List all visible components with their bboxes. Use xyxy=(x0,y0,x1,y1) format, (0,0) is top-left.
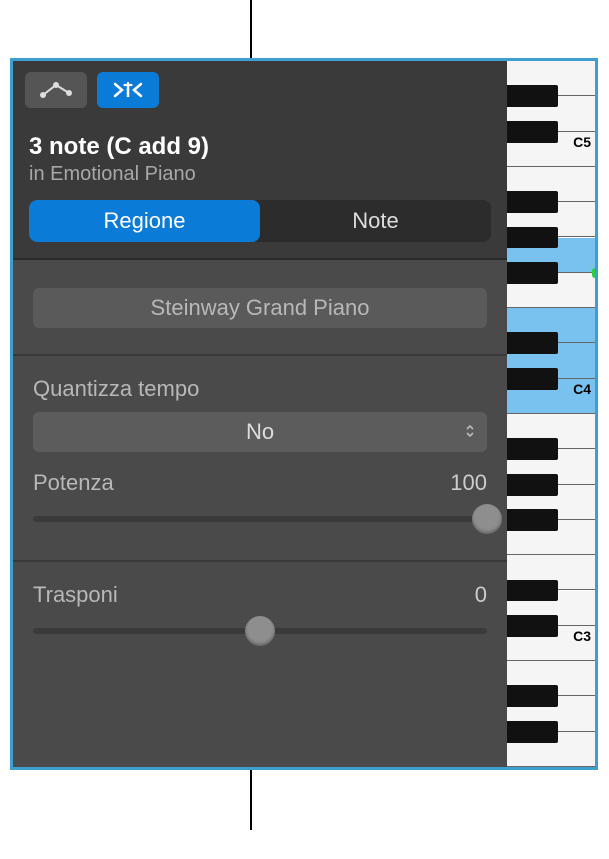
piano-black-key[interactable] xyxy=(507,509,558,531)
quantize-label: Quantizza tempo xyxy=(33,376,487,402)
catch-icon xyxy=(111,80,145,100)
tab-row: Regione Note xyxy=(13,192,507,252)
tab-note[interactable]: Note xyxy=(260,200,491,242)
callout-line-top xyxy=(250,0,252,60)
octave-label: C5 xyxy=(573,134,591,150)
piano-black-key[interactable] xyxy=(507,227,558,249)
region-name-field[interactable]: Steinway Grand Piano xyxy=(33,288,487,328)
piano-keyboard[interactable]: C5 C4 C3 xyxy=(507,61,595,767)
selection-title: 3 note (C add 9) xyxy=(29,133,491,161)
piano-black-key[interactable] xyxy=(507,368,558,390)
catch-tool-button[interactable] xyxy=(97,72,159,108)
tab-segmented-control: Regione Note xyxy=(29,200,491,242)
transpose-label: Trasponi xyxy=(33,582,118,608)
piano-black-key[interactable] xyxy=(507,121,558,143)
octave-label: C4 xyxy=(573,381,591,397)
quantize-section: Quantizza tempo No Potenza 100 xyxy=(33,356,487,560)
selection-subtitle: in Emotional Piano xyxy=(29,163,491,186)
piano-black-key[interactable] xyxy=(507,438,558,460)
piano-column: C5 C4 C3 xyxy=(507,61,595,767)
octave-label: C3 xyxy=(573,628,591,644)
piano-black-key[interactable] xyxy=(507,721,558,743)
quantize-select[interactable]: No xyxy=(33,412,487,452)
note-indicator xyxy=(592,268,598,278)
automation-tool-button[interactable] xyxy=(25,72,87,108)
main-column: 3 note (C add 9) in Emotional Piano Regi… xyxy=(13,61,507,767)
piano-black-key[interactable] xyxy=(507,191,558,213)
tab-region[interactable]: Regione xyxy=(29,200,260,242)
content-area: Steinway Grand Piano Quantizza tempo No … xyxy=(13,260,507,767)
piano-black-key[interactable] xyxy=(507,332,558,354)
strength-slider[interactable] xyxy=(33,504,487,534)
slider-thumb[interactable] xyxy=(245,616,275,646)
toolbar xyxy=(13,61,507,119)
strength-label: Potenza xyxy=(33,470,114,496)
piano-black-key[interactable] xyxy=(507,685,558,707)
title-area: 3 note (C add 9) in Emotional Piano xyxy=(13,119,507,192)
automation-icon xyxy=(38,80,74,100)
transpose-section: Trasponi 0 xyxy=(33,562,487,672)
piano-black-key[interactable] xyxy=(507,580,558,602)
slider-thumb[interactable] xyxy=(472,504,502,534)
chevron-updown-icon xyxy=(465,423,475,441)
piano-black-key[interactable] xyxy=(507,615,558,637)
piano-black-key[interactable] xyxy=(507,474,558,496)
strength-value[interactable]: 100 xyxy=(450,470,487,496)
piano-black-key[interactable] xyxy=(507,262,558,284)
transpose-slider[interactable] xyxy=(33,616,487,646)
piano-black-key[interactable] xyxy=(507,85,558,107)
slider-track xyxy=(33,516,487,522)
transpose-value[interactable]: 0 xyxy=(475,582,487,608)
inspector-panel: 3 note (C add 9) in Emotional Piano Regi… xyxy=(10,58,598,770)
quantize-value: No xyxy=(246,419,274,445)
